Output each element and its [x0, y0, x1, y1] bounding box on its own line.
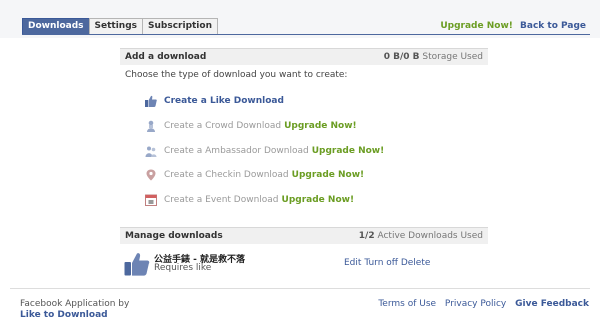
add-download-header: Add a download 0 B/0 B Storage Used [120, 48, 488, 65]
active-downloads-value: 1/2 [358, 231, 375, 241]
map-pin-icon [145, 169, 157, 181]
download-row: 公益手錶 - 就是救不落 Requires like Edit Turn off… [124, 250, 484, 280]
ambassador-icon [145, 145, 157, 157]
manage-downloads-panel: Manage downloads 1/2 Active Downloads Us… [120, 227, 488, 283]
add-download-title: Add a download [125, 52, 207, 62]
give-feedback-link[interactable]: Give Feedback [515, 299, 589, 309]
create-like-download-option[interactable]: Create a Like Download [145, 94, 284, 108]
download-actions: Edit Turn off Delete [344, 258, 430, 268]
checkin-upgrade-link[interactable]: Upgrade Now! [292, 170, 365, 180]
footer-credit-text: Facebook Application by [20, 299, 130, 309]
tab-settings[interactable]: Settings [88, 18, 144, 34]
tab-underline [22, 34, 590, 35]
download-type-prompt: Choose the type of download you want to … [125, 70, 348, 80]
thumbs-up-icon [124, 252, 150, 276]
active-downloads-used: 1/2 Active Downloads Used [359, 228, 483, 244]
footer-credit: Facebook Application by Like to Download [20, 299, 129, 321]
add-download-panel: Add a download 0 B/0 B Storage Used Choo… [120, 48, 488, 213]
tab-subscription[interactable]: Subscription [142, 18, 218, 34]
create-crowd-download-label: Create a Crowd Download [164, 121, 282, 131]
create-like-download-label: Create a Like Download [164, 96, 284, 106]
terms-of-use-link[interactable]: Terms of Use [378, 299, 436, 309]
create-event-download-label: Create a Event Download [164, 195, 279, 205]
ambassador-upgrade-link[interactable]: Upgrade Now! [312, 146, 385, 156]
crowd-upgrade-link[interactable]: Upgrade Now! [284, 121, 357, 131]
header-links: Upgrade Now! Back to Page [440, 21, 586, 31]
create-ambassador-download-option[interactable]: Create a Ambassador Download Upgrade Now… [145, 144, 384, 158]
tab-bar: Downloads Settings Subscription [22, 18, 218, 34]
privacy-policy-link[interactable]: Privacy Policy [445, 299, 506, 309]
turn-off-link[interactable]: Turn off [364, 258, 398, 268]
delete-link[interactable]: Delete [401, 258, 431, 268]
footer-links: Terms of Use Privacy Policy Give Feedbac… [372, 299, 589, 309]
calendar-icon [145, 194, 157, 206]
storage-value: 0 B/0 B [383, 52, 420, 62]
footer-divider [10, 288, 590, 289]
download-requirement: Requires like [154, 263, 212, 273]
create-event-download-option[interactable]: Create a Event Download Upgrade Now! [145, 193, 354, 207]
tab-downloads[interactable]: Downloads [22, 18, 90, 34]
back-to-page-link[interactable]: Back to Page [520, 21, 586, 31]
storage-label: Storage Used [422, 52, 483, 62]
thumbs-up-icon [145, 95, 157, 107]
create-crowd-download-option[interactable]: Create a Crowd Download Upgrade Now! [145, 119, 357, 133]
create-checkin-download-label: Create a Checkin Download [164, 170, 289, 180]
manage-downloads-header: Manage downloads 1/2 Active Downloads Us… [120, 227, 488, 244]
active-downloads-label: Active Downloads Used [377, 231, 483, 241]
create-checkin-download-option[interactable]: Create a Checkin Download Upgrade Now! [145, 168, 364, 182]
event-upgrade-link[interactable]: Upgrade Now! [282, 195, 355, 205]
crowd-icon [145, 120, 157, 132]
app-name-link[interactable]: Like to Download [20, 310, 129, 321]
manage-downloads-title: Manage downloads [125, 231, 223, 241]
upgrade-now-link[interactable]: Upgrade Now! [440, 21, 513, 31]
edit-link[interactable]: Edit [344, 258, 361, 268]
create-ambassador-download-label: Create a Ambassador Download [164, 146, 309, 156]
storage-used: 0 B/0 B Storage Used [384, 49, 483, 65]
